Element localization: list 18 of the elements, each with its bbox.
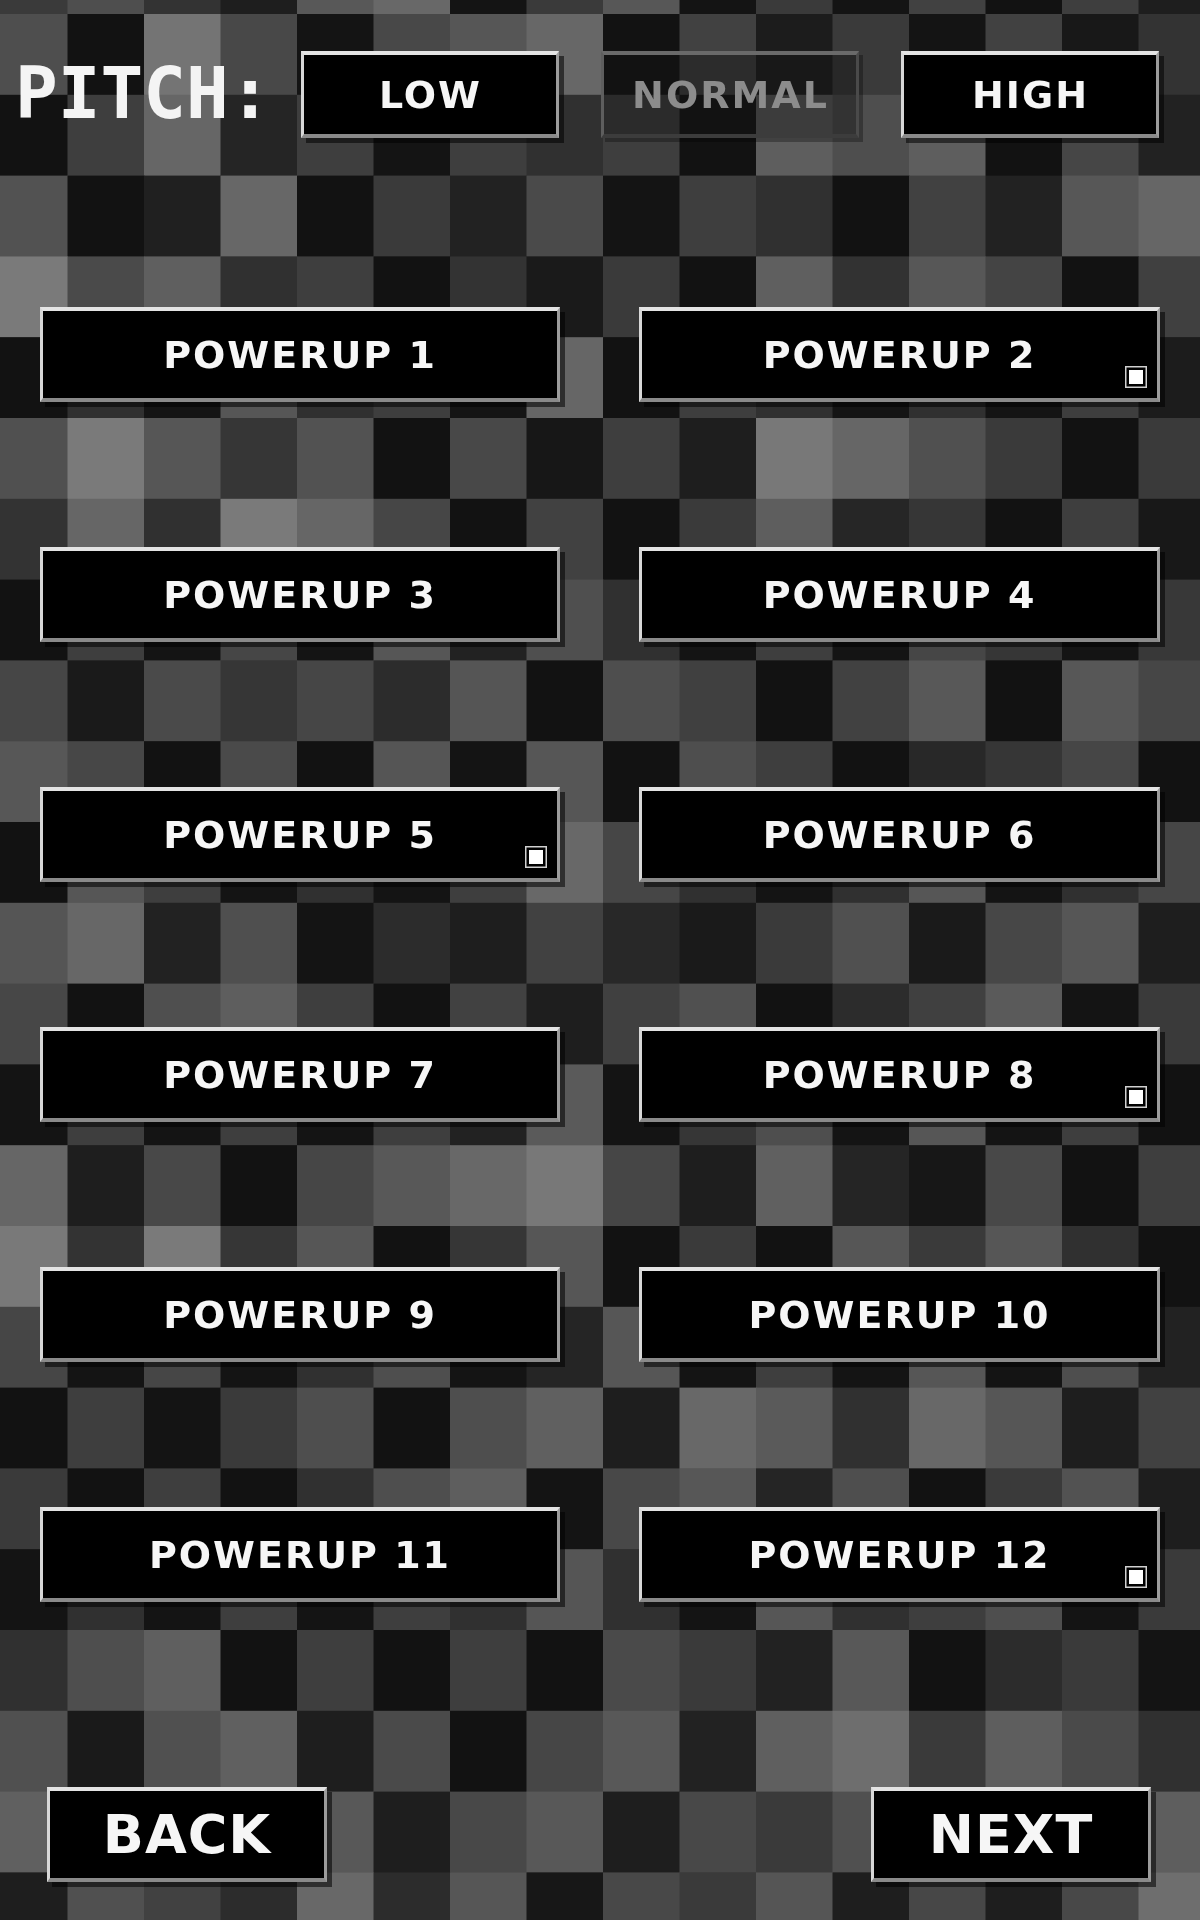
- powerup-button[interactable]: POWERUP 2: [639, 307, 1160, 402]
- powerup-button[interactable]: POWERUP 6: [639, 787, 1160, 882]
- powerup-button[interactable]: POWERUP 10: [639, 1267, 1160, 1362]
- pitch-option-button[interactable]: HIGH: [901, 51, 1160, 138]
- powerup-button[interactable]: POWERUP 8: [639, 1027, 1160, 1122]
- powerup-button[interactable]: POWERUP 12: [639, 1507, 1160, 1602]
- powerup-button[interactable]: POWERUP 3: [40, 547, 560, 642]
- powerup-button[interactable]: POWERUP 5: [40, 787, 560, 882]
- pitch-option-button[interactable]: LOW: [301, 51, 560, 138]
- next-button[interactable]: NEXT: [871, 1787, 1151, 1882]
- powerup-button[interactable]: POWERUP 11: [40, 1507, 560, 1602]
- pitch-option-button[interactable]: NORMAL: [601, 51, 860, 138]
- powerup-button[interactable]: POWERUP 7: [40, 1027, 560, 1122]
- back-button[interactable]: BACK: [47, 1787, 327, 1882]
- powerup-button[interactable]: POWERUP 4: [639, 547, 1160, 642]
- powerup-button[interactable]: POWERUP 9: [40, 1267, 560, 1362]
- mosaic-tile: [1138, 1872, 1200, 1920]
- powerup-button[interactable]: POWERUP 1: [40, 307, 560, 402]
